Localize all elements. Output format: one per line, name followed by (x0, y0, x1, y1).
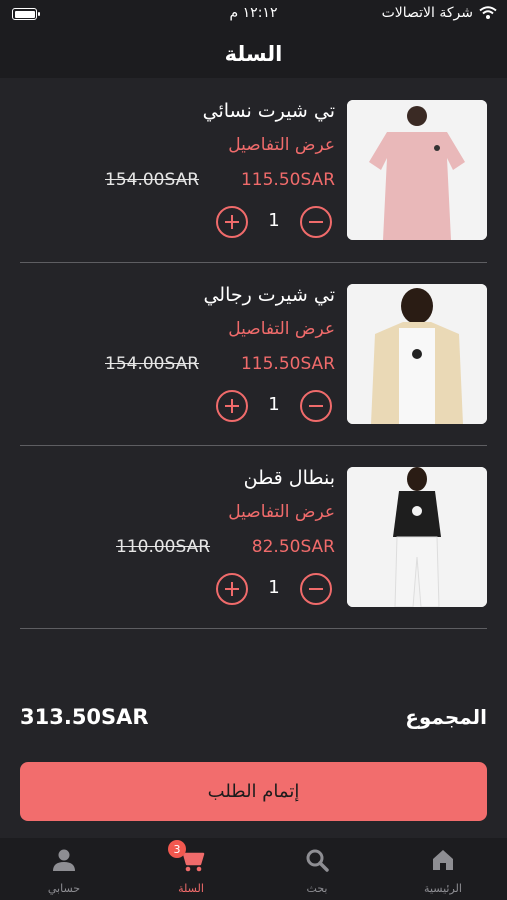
decrease-quantity-button[interactable] (300, 390, 332, 422)
product-name: بنطال قطن (243, 467, 335, 489)
cart-item: بنطال قطن عرض التفاصيل 82.50SAR 110.00SA… (20, 467, 487, 607)
wifi-icon (479, 6, 497, 19)
tab-label: بحث (306, 882, 328, 895)
tab-account[interactable]: حسابي (24, 838, 104, 900)
tab-label: حسابي (47, 882, 81, 895)
decrease-quantity-button[interactable] (300, 206, 332, 238)
tab-label: الرئيسية (424, 882, 462, 895)
product-image[interactable] (347, 100, 487, 240)
view-details-link[interactable]: عرض التفاصيل (228, 502, 335, 522)
tab-bar: الرئيسية بحث 3 السلة حسابي (0, 838, 507, 900)
view-details-link[interactable]: عرض التفاصيل (228, 135, 335, 155)
increase-quantity-button[interactable] (216, 573, 248, 605)
divider (20, 262, 487, 263)
status-time: ١٢:١٢ م (229, 5, 278, 21)
divider (20, 628, 487, 629)
carrier-name: شركة الاتصالات (381, 5, 473, 21)
page-header: السلة (0, 30, 507, 78)
sale-price: 82.50SAR (251, 537, 335, 557)
quantity-stepper: 1 (216, 205, 336, 239)
sale-price: 115.50SAR (240, 354, 335, 374)
view-details-link[interactable]: عرض التفاصيل (228, 319, 335, 339)
divider (20, 445, 487, 446)
product-image[interactable] (347, 284, 487, 424)
tab-home[interactable]: الرئيسية (403, 838, 483, 900)
cart-item: تي شيرت رجالي عرض التفاصيل 115.50SAR 154… (20, 284, 487, 424)
quantity-value: 1 (268, 394, 280, 415)
quantity-stepper: 1 (216, 389, 336, 423)
page-title: السلة (224, 42, 283, 66)
status-bar: ١٢:١٢ م شركة الاتصالات (0, 0, 507, 30)
home-icon (429, 846, 457, 874)
product-name: تي شيرت نسائي (202, 100, 335, 122)
profile-icon (50, 846, 78, 874)
cart-item: تي شيرت نسائي عرض التفاصيل 115.50SAR 154… (20, 100, 487, 240)
product-name: تي شيرت رجالي (203, 284, 335, 306)
total-value: 313.50SAR (20, 705, 149, 729)
increase-quantity-button[interactable] (216, 206, 248, 238)
increase-quantity-button[interactable] (216, 390, 248, 422)
tab-search[interactable]: بحث (277, 838, 357, 900)
cart-icon: 3 (168, 840, 205, 874)
search-icon (303, 846, 331, 874)
original-price: 154.00SAR (105, 354, 200, 374)
original-price: 154.00SAR (105, 170, 200, 190)
quantity-value: 1 (268, 210, 280, 231)
battery-icon (12, 8, 40, 20)
sale-price: 115.50SAR (240, 170, 335, 190)
tab-label: السلة (178, 882, 204, 895)
status-carrier: شركة الاتصالات (382, 5, 497, 21)
quantity-value: 1 (268, 577, 280, 598)
checkout-button[interactable]: إتمام الطلب (20, 762, 487, 821)
tab-cart[interactable]: 3 السلة (151, 838, 231, 900)
total-label: المجموع (405, 705, 487, 729)
product-image[interactable] (347, 467, 487, 607)
quantity-stepper: 1 (216, 572, 336, 606)
decrease-quantity-button[interactable] (300, 573, 332, 605)
original-price: 110.00SAR (116, 537, 211, 557)
cart-count-badge: 3 (168, 840, 186, 858)
